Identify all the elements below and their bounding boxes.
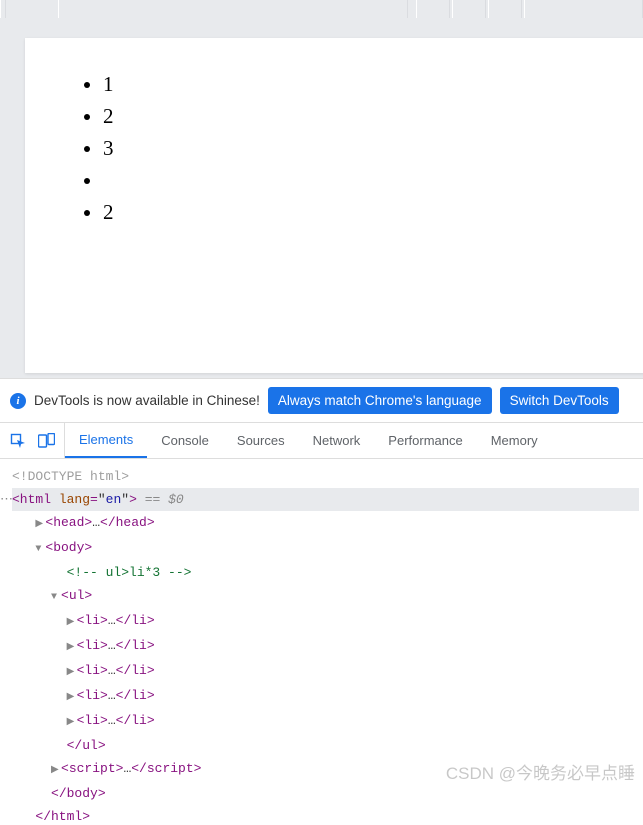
list-item: 1 [103, 68, 643, 100]
dom-comment[interactable]: <!-- ul>li*3 --> [12, 561, 639, 584]
dom-html-open[interactable]: <html lang="en"> == $0 [12, 488, 639, 511]
device-toggle-icon[interactable] [32, 427, 60, 455]
expand-arrow-icon[interactable]: ▶ [67, 686, 77, 709]
devtools-tabs: Elements Console Sources Network Perform… [0, 423, 643, 459]
list-item [103, 164, 643, 196]
tab-memory[interactable]: Memory [477, 423, 552, 458]
tab-network[interactable]: Network [299, 423, 375, 458]
dom-li[interactable]: ▶<li>…</li> [12, 659, 639, 684]
list-item: 2 [103, 196, 643, 228]
info-icon: i [10, 393, 26, 409]
dom-ul-open[interactable]: ▼<ul> [12, 584, 639, 609]
dom-ul-close[interactable]: </ul> [12, 734, 639, 757]
inspect-element-icon[interactable] [4, 427, 32, 455]
collapse-arrow-icon[interactable]: ▼ [35, 538, 45, 561]
tab-performance[interactable]: Performance [374, 423, 476, 458]
dom-li[interactable]: ▶<li>…</li> [12, 684, 639, 709]
always-match-button[interactable]: Always match Chrome's language [268, 387, 492, 414]
dom-li[interactable]: ▶<li>…</li> [12, 609, 639, 634]
elements-panel[interactable]: <!DOCTYPE html> <html lang="en"> == $0 ▶… [0, 459, 643, 825]
expand-arrow-icon[interactable]: ▶ [67, 636, 77, 659]
dom-script[interactable]: ▶<script>…</script> [12, 757, 639, 782]
dom-li[interactable]: ▶<li>…</li> [12, 709, 639, 734]
devtools-info-bar: i DevTools is now available in Chinese! … [0, 378, 643, 423]
dom-body-close[interactable]: </body> [12, 782, 639, 805]
expand-arrow-icon[interactable]: ▶ [35, 513, 45, 536]
dom-head[interactable]: ▶<head>…</head> [12, 511, 639, 536]
app-toolbar [0, 0, 643, 18]
list-item: 2 [103, 100, 643, 132]
tab-console[interactable]: Console [147, 423, 223, 458]
expand-arrow-icon[interactable]: ▶ [67, 661, 77, 684]
info-message: DevTools is now available in Chinese! [34, 393, 260, 408]
collapse-arrow-icon[interactable]: ▼ [51, 586, 61, 609]
content-list: 1 2 3 2 [85, 68, 643, 228]
expand-arrow-icon[interactable]: ▶ [51, 759, 61, 782]
dom-doctype[interactable]: <!DOCTYPE html> [12, 465, 639, 488]
tab-elements[interactable]: Elements [65, 423, 147, 458]
list-item: 3 [103, 132, 643, 164]
switch-devtools-button[interactable]: Switch DevTools [500, 387, 619, 414]
rendered-page: 1 2 3 2 [25, 38, 643, 373]
expand-arrow-icon[interactable]: ▶ [67, 711, 77, 734]
dom-html-close[interactable]: </html> [12, 805, 639, 825]
dom-body-open[interactable]: ▼<body> [12, 536, 639, 561]
viewport-area: 1 2 3 2 [0, 18, 643, 378]
tab-sources[interactable]: Sources [223, 423, 299, 458]
dom-li[interactable]: ▶<li>…</li> [12, 634, 639, 659]
expand-arrow-icon[interactable]: ▶ [67, 611, 77, 634]
